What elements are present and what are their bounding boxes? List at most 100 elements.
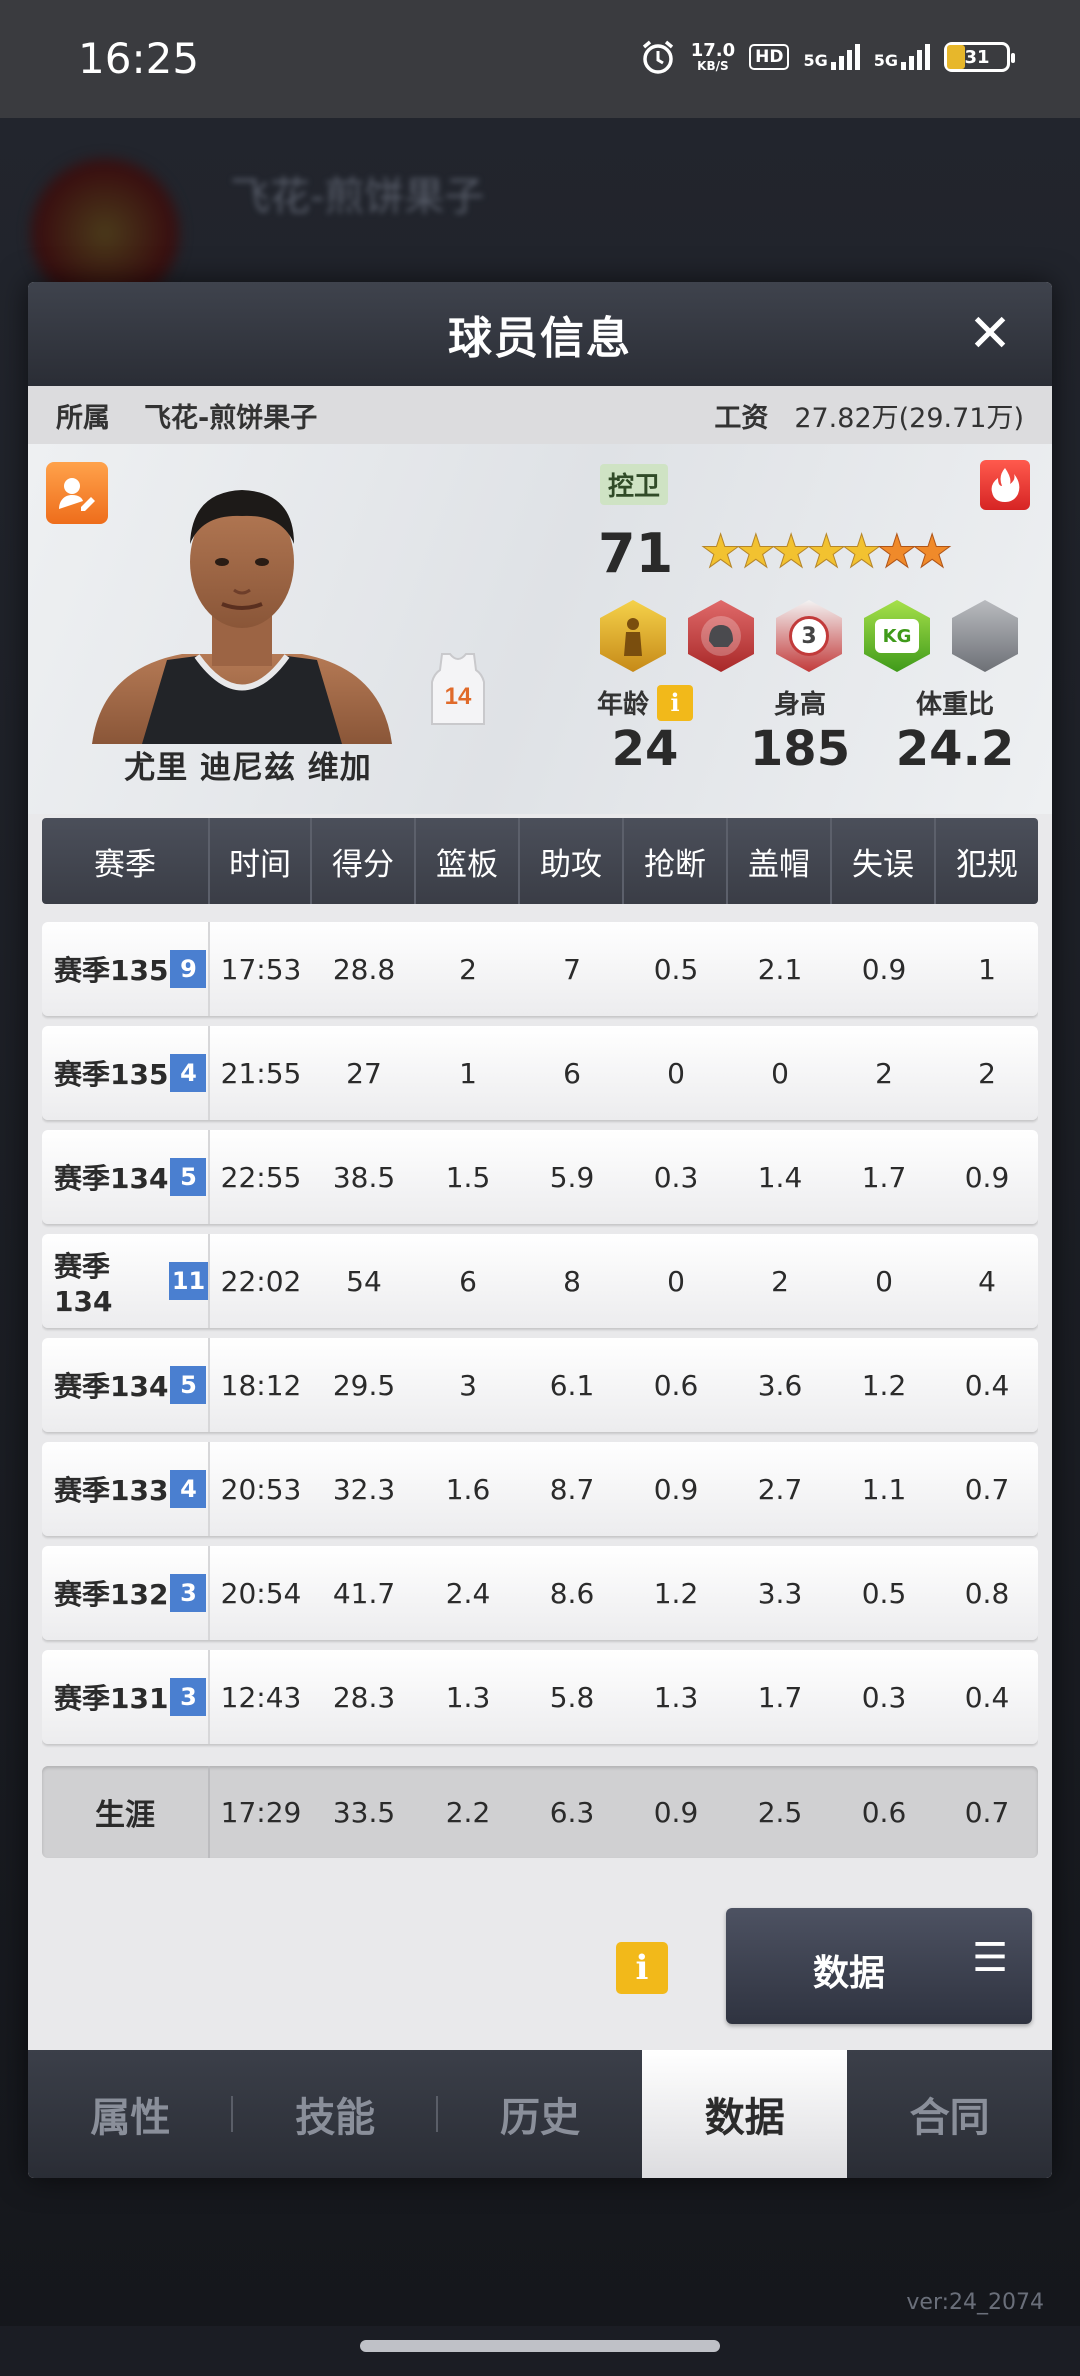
tab-0[interactable]: 属性 <box>28 2050 233 2178</box>
info-button[interactable]: i <box>616 1942 668 1994</box>
network-speed: 17.0 KB/S <box>690 40 736 73</box>
cell-stl: 0 <box>667 1056 685 1090</box>
season-name: 赛季131 <box>54 1682 169 1715</box>
cell-reb: 1.6 <box>445 1472 491 1506</box>
player-info-modal: 球员信息 ✕ 所属 飞花-煎饼果子 工资 27.82万(29.71万) 14 尤… <box>28 282 1052 2178</box>
hd-icon: HD <box>749 44 790 70</box>
cell-time: 22:55 <box>220 1160 302 1194</box>
cell-reb: 3 <box>459 1368 477 1402</box>
salary-label: 工资 <box>714 402 769 434</box>
cell-tov: 1.7 <box>861 1160 907 1194</box>
table-row[interactable]: 赛季135 9 17:53 28.8 2 7 0.5 2.1 0.9 1 <box>42 922 1038 1016</box>
table-row[interactable]: 赛季135 4 21:55 27 1 6 0 0 2 2 <box>42 1026 1038 1120</box>
weight-ratio-stat: 体重比 24.2 <box>890 684 1020 777</box>
age-label: 年龄 <box>596 690 649 720</box>
age-stat: 年龄 i 24 <box>590 684 700 777</box>
status-bar: 16:25 17.0 KB/S HD 5G 5G 31 <box>0 0 1080 118</box>
close-button[interactable]: ✕ <box>964 308 1016 360</box>
cell-pts: 27 <box>346 1056 382 1090</box>
table-row[interactable]: 赛季134 5 22:55 38.5 1.5 5.9 0.3 1.4 1.7 0.9 <box>42 1130 1038 1224</box>
season-count-badge: 3 <box>170 1574 207 1612</box>
player-avatar <box>92 490 392 744</box>
weight-ratio-value: 24.2 <box>895 721 1015 777</box>
table-body[interactable]: 赛季135 9 17:53 28.8 2 7 0.5 2.1 0.9 1 赛季135 4 21:55 27… <box>42 922 1038 1764</box>
cell-stl: 0.5 <box>653 952 699 986</box>
season-count-badge: 4 <box>170 1470 207 1508</box>
signal-2-icon: 5G <box>874 44 930 70</box>
cell-tov: 0 <box>875 1264 893 1298</box>
cell-pf: 0.4 <box>964 1680 1010 1714</box>
table-header: 赛季 时间 得分 篮板 助攻 抢断 盖帽 失误 犯规 <box>42 818 1038 904</box>
cell-ast: 8.6 <box>549 1576 595 1610</box>
career-stl: 0.9 <box>653 1795 699 1829</box>
three-point-badge-icon[interactable]: 3 <box>776 600 842 672</box>
cell-pts: 28.3 <box>332 1680 396 1714</box>
tab-3[interactable]: 数据 <box>642 2050 848 2178</box>
season-count-badge: 9 <box>170 950 207 988</box>
salary-value: 27.82万(29.71万) <box>794 402 1024 434</box>
cell-tov: 2 <box>875 1056 893 1090</box>
cell-pf: 4 <box>978 1264 996 1298</box>
cell-reb: 1.5 <box>445 1160 491 1194</box>
data-button-label: 数据 <box>812 1953 885 1994</box>
season-name: 赛季135 <box>54 954 169 987</box>
cell-ast: 5.9 <box>549 1160 595 1194</box>
height-label: 身高 <box>773 690 826 720</box>
career-pf: 0.7 <box>964 1795 1010 1829</box>
position-badge: 控卫 <box>600 464 669 505</box>
cell-blk: 1.7 <box>757 1680 803 1714</box>
gold-player-badge-icon[interactable] <box>600 600 666 672</box>
height-stat: 身高 185 <box>740 684 860 777</box>
cell-reb: 2 <box>459 952 477 986</box>
tab-2[interactable]: 历史 <box>438 2050 643 2178</box>
age-info-icon[interactable]: i <box>657 684 693 721</box>
cell-ast: 5.8 <box>549 1680 595 1714</box>
modal-header: 球员信息 ✕ <box>28 282 1052 386</box>
cell-reb: 2.4 <box>445 1576 491 1610</box>
team-name: 飞花-煎饼果子 <box>144 402 318 434</box>
cell-pts: 28.8 <box>332 952 396 986</box>
helmet-badge-icon[interactable] <box>688 600 754 672</box>
data-button[interactable]: 数据 ☰ <box>726 1908 1032 2024</box>
season-cell: 赛季134 5 <box>42 1338 210 1432</box>
tab-bar: 属性 技能 历史 数据 合同 <box>28 2050 1052 2178</box>
modal-title: 球员信息 <box>448 313 632 364</box>
season-count-badge: 11 <box>169 1262 208 1300</box>
career-pts: 33.5 <box>332 1795 396 1829</box>
star-icon: ★ <box>911 524 953 578</box>
tab-4[interactable]: 合同 <box>847 2050 1052 2178</box>
column-header: 犯规 <box>956 846 1018 883</box>
season-cell: 赛季132 3 <box>42 1546 210 1640</box>
player-name: 尤里 迪尼兹 维加 <box>124 750 372 786</box>
column-header: 抢断 <box>624 818 728 904</box>
season-name: 赛季134 <box>54 1249 113 1318</box>
cell-reb: 6 <box>459 1264 477 1298</box>
table-row[interactable]: 赛季134 11 22:02 54 6 8 0 2 0 4 <box>42 1234 1038 1328</box>
table-row[interactable]: 赛季132 3 20:54 41.7 2.4 8.6 1.2 3.3 0.5 0.8 <box>42 1546 1038 1640</box>
skill-badges: 3 KG <box>600 600 1018 672</box>
tab-1[interactable]: 技能 <box>233 2050 438 2178</box>
cell-pts: 32.3 <box>332 1472 396 1506</box>
career-blk: 2.5 <box>757 1795 803 1829</box>
cell-ast: 8.7 <box>549 1472 595 1506</box>
overall-rating: 71 <box>598 522 674 585</box>
version-label: ver:24_2074 <box>906 2290 1044 2315</box>
table-row[interactable]: 赛季131 3 12:43 28.3 1.3 5.8 1.3 1.7 0.3 0.4 <box>42 1650 1038 1744</box>
weight-ratio-label: 体重比 <box>915 690 994 720</box>
home-indicator[interactable] <box>360 2340 720 2352</box>
season-cell: 赛季134 11 <box>42 1234 210 1328</box>
column-header: 助攻 <box>520 818 624 904</box>
cell-time: 17:53 <box>220 952 302 986</box>
cell-pts: 41.7 <box>332 1576 396 1610</box>
fire-icon[interactable] <box>980 460 1030 510</box>
cell-time: 12:43 <box>220 1680 302 1714</box>
status-time: 16:25 <box>78 34 200 83</box>
gray-badge-icon[interactable] <box>952 600 1018 672</box>
career-ast: 6.3 <box>549 1795 595 1829</box>
cell-ast: 6.1 <box>549 1368 595 1402</box>
table-row[interactable]: 赛季134 5 18:12 29.5 3 6.1 0.6 3.6 1.2 0.4 <box>42 1338 1038 1432</box>
career-time: 17:29 <box>220 1795 302 1829</box>
career-tov: 0.6 <box>861 1795 907 1829</box>
kg-badge-icon[interactable]: KG <box>864 600 930 672</box>
table-row[interactable]: 赛季133 4 20:53 32.3 1.6 8.7 0.9 2.7 1.1 0.7 <box>42 1442 1038 1536</box>
